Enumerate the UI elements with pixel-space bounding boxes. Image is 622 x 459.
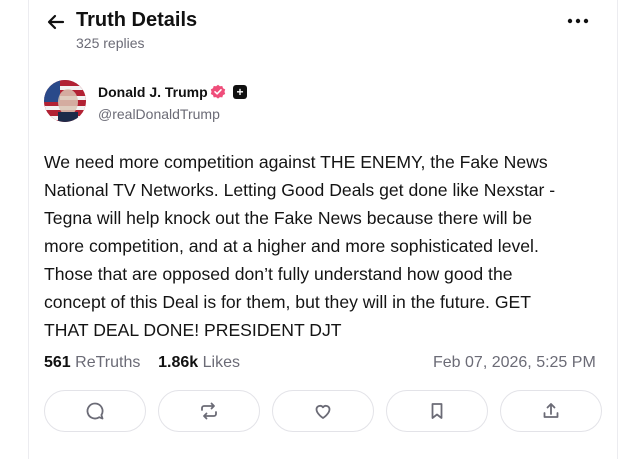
- retruth-button[interactable]: [158, 390, 260, 432]
- arrow-left-icon: [47, 14, 65, 30]
- author-handle[interactable]: @realDonaldTrump: [98, 106, 220, 122]
- like-button[interactable]: [272, 390, 374, 432]
- retruths-count: 561: [44, 354, 71, 371]
- reply-button[interactable]: [44, 390, 146, 432]
- likes-label: Likes: [202, 354, 240, 371]
- like-icon: [315, 404, 331, 419]
- replies-count: 325 replies: [76, 35, 145, 51]
- back-button[interactable]: [44, 10, 68, 34]
- author-name[interactable]: Donald J. Trump: [98, 83, 208, 101]
- more-options-button[interactable]: [565, 11, 591, 31]
- more-horizontal-icon: [567, 18, 589, 24]
- bookmark-button[interactable]: [386, 390, 488, 432]
- share-button[interactable]: [500, 390, 602, 432]
- likes-count: 1.86k: [158, 354, 199, 371]
- retruth-icon: [201, 402, 217, 420]
- avatar[interactable]: [44, 80, 86, 122]
- post-stats: 561 ReTruths 1.86k Likes: [44, 354, 240, 372]
- avatar-image: [44, 80, 86, 122]
- plus-badge-icon: +: [233, 85, 247, 99]
- reply-icon: [86, 402, 104, 420]
- likes-link[interactable]: 1.86k Likes: [158, 354, 240, 371]
- bookmark-icon: [431, 403, 443, 419]
- retruths-link[interactable]: 561 ReTruths: [44, 354, 140, 371]
- post-timestamp: Feb 07, 2026, 5:25 PM: [433, 354, 596, 371]
- verified-badge-icon: [210, 84, 226, 99]
- retruths-label: ReTruths: [75, 354, 141, 371]
- share-icon: [543, 403, 559, 418]
- post-text: We need more competition against THE ENE…: [44, 152, 556, 340]
- page-title: Truth Details: [76, 9, 198, 31]
